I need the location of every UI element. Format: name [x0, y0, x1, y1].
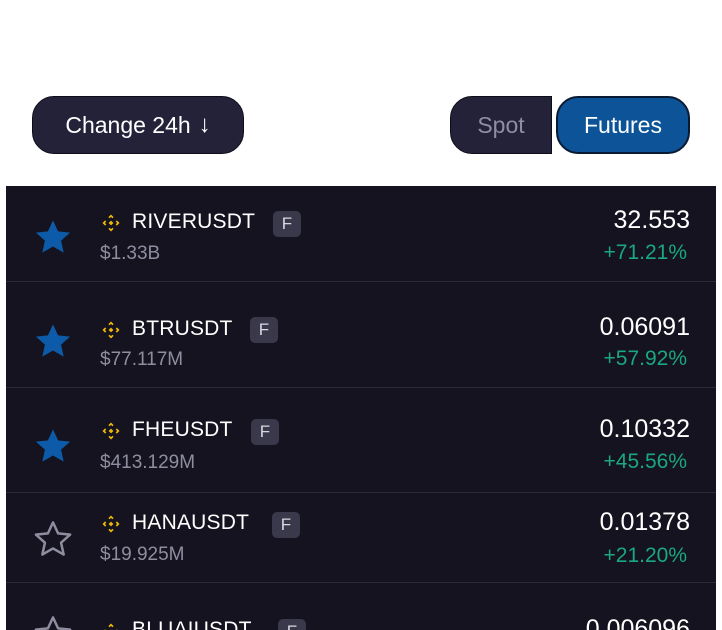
market-list: RIVERUSDT F $1.33B 32.553 +71.21% BTRUSD… [6, 186, 716, 630]
market-row[interactable]: HANAUSDT F $19.925M 0.01378 +21.20% [6, 493, 716, 583]
sort-label: Change 24h [65, 111, 191, 138]
volume-value: $77.117M [100, 349, 184, 370]
change-24h-value: +57.92% [603, 347, 688, 370]
futures-tab-label: Futures [584, 111, 662, 138]
market-row[interactable]: FHEUSDT F $413.129M 0.10332 +45.56% [6, 388, 716, 493]
last-price: 0.10332 [599, 415, 690, 443]
futures-badge: F [250, 317, 278, 343]
change-24h-value: +21.20% [603, 544, 688, 567]
spot-tab[interactable]: Spot [450, 96, 552, 154]
futures-badge: F [273, 211, 301, 237]
last-price: 0.01378 [599, 508, 690, 536]
spot-tab-label: Spot [477, 111, 525, 138]
binance-icon [101, 514, 121, 534]
binance-icon [101, 213, 121, 233]
binance-icon [101, 421, 121, 441]
futures-badge: F [251, 419, 279, 445]
binance-icon [101, 320, 121, 340]
arrow-down-icon: ↓ [198, 111, 211, 138]
last-price: 0.006096 [585, 615, 690, 630]
futures-badge: F [272, 512, 300, 538]
last-price: 0.06091 [599, 313, 690, 341]
volume-value: $413.129M [100, 452, 196, 473]
star-filled-icon[interactable] [32, 425, 74, 467]
symbol-name: RIVERUSDT [132, 210, 256, 233]
symbol-name: BTRUSDT [132, 317, 233, 340]
star-outline-icon[interactable] [32, 613, 74, 630]
change-24h-value: +45.56% [603, 450, 688, 473]
symbol-name: FHEUSDT [132, 418, 233, 441]
futures-badge: F [278, 619, 306, 630]
last-price: 32.553 [613, 206, 690, 234]
change-24h-value: +71.21% [603, 241, 688, 264]
symbol-name: BLUAIUSDT [132, 618, 252, 630]
binance-icon [101, 622, 121, 630]
market-row[interactable]: BTRUSDT F $77.117M 0.06091 +57.92% [6, 282, 716, 388]
volume-value: $19.925M [100, 544, 185, 565]
futures-tab[interactable]: Futures [556, 96, 690, 154]
futures-market-screen: Change 24h ↓ Spot Futures RIVERUSDT F $1… [0, 0, 722, 630]
star-outline-icon[interactable] [32, 518, 74, 560]
market-row[interactable]: BLUAIUSDT F 0.006096 [6, 583, 716, 630]
symbol-name: HANAUSDT [132, 511, 250, 534]
star-filled-icon[interactable] [32, 320, 74, 362]
sort-change-24h-button[interactable]: Change 24h ↓ [32, 96, 244, 154]
star-filled-icon[interactable] [32, 216, 74, 258]
volume-value: $1.33B [100, 243, 161, 264]
market-row[interactable]: RIVERUSDT F $1.33B 32.553 +71.21% [6, 186, 716, 282]
